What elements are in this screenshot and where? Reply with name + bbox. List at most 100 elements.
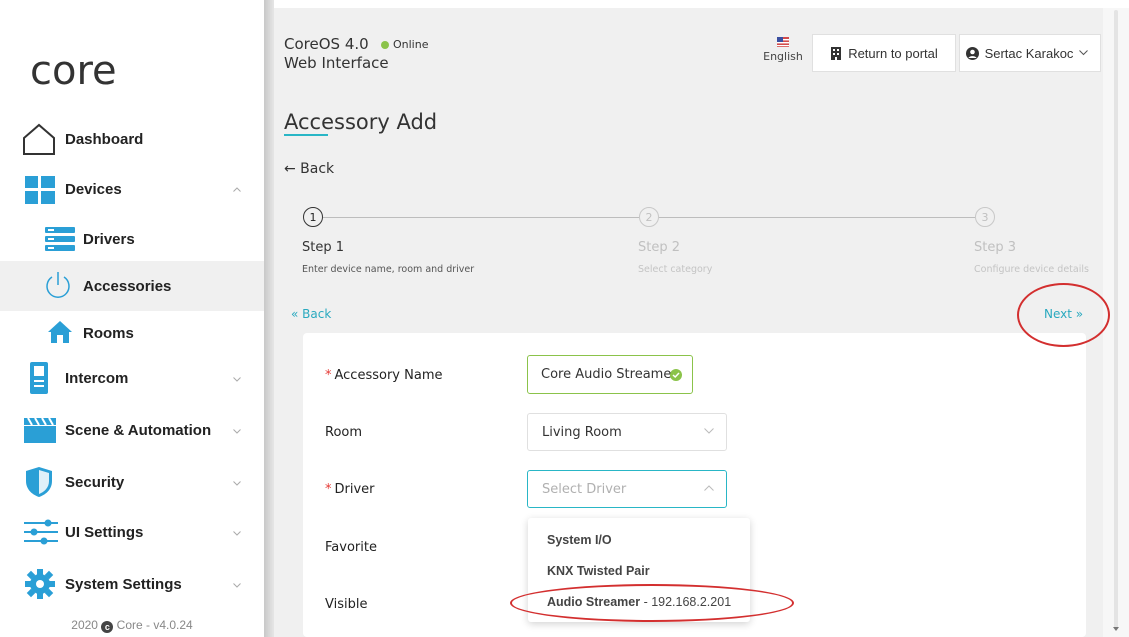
sidebar-item-dashboard[interactable]: Dashboard — [0, 115, 264, 163]
user-icon — [965, 46, 979, 60]
required-marker: * — [325, 368, 332, 383]
user-name: Sertac Karakoc — [984, 45, 1074, 61]
option-name: KNX Twisted Pair — [547, 564, 650, 578]
chevron-down-icon — [232, 580, 242, 590]
sidebar-item-scene-automation[interactable]: Scene & Automation — [0, 406, 264, 454]
driver-dropdown-menu: System I/O KNX Twisted Pair Audio Stream… — [528, 518, 750, 622]
step-2-title: Step 2 — [638, 240, 681, 255]
sidebar-item-label: Drivers — [83, 231, 135, 248]
svg-text:core: core — [30, 48, 117, 92]
power-icon — [44, 271, 72, 301]
driver-label: * Driver — [325, 482, 375, 497]
language-selector[interactable]: English — [762, 50, 804, 63]
copyright-year: 2020 — [71, 618, 98, 632]
return-to-portal-button[interactable]: Return to portal — [812, 34, 956, 72]
option-name: System I/O — [547, 533, 612, 547]
favorite-label: Favorite — [325, 540, 377, 555]
us-flag-icon[interactable] — [777, 37, 789, 47]
return-to-portal-label: Return to portal — [848, 45, 938, 61]
driver-label-text: Driver — [334, 482, 375, 497]
intercom-icon — [28, 362, 50, 394]
step-3-description: Configure device details — [974, 264, 1089, 275]
chevron-down-icon — [232, 528, 242, 538]
step-1-title: Step 1 — [302, 240, 345, 255]
app-title: CoreOS 4.0 Web Interface — [284, 35, 389, 73]
chevron-down-icon — [232, 426, 242, 436]
sidebar-item-label: Accessories — [83, 278, 172, 295]
accessory-name-input[interactable]: Core Audio Streamer — [527, 355, 693, 394]
page-title-underline — [284, 134, 328, 136]
accessory-name-value: Core Audio Streamer — [541, 367, 677, 382]
core-logo[interactable]: core — [30, 48, 142, 92]
chevron-down-icon — [704, 428, 714, 434]
step-1-indicator: 1 — [303, 207, 323, 227]
clapper-icon — [24, 417, 56, 443]
accessory-name-label: * Accessory Name — [325, 368, 442, 383]
user-menu-button[interactable]: Sertac Karakoc — [959, 34, 1101, 72]
building-icon — [831, 46, 842, 60]
sidebar-item-security[interactable]: Security — [0, 458, 264, 506]
check-circle-icon — [670, 369, 682, 381]
wizard-back-button[interactable]: « Back — [291, 307, 331, 321]
chevron-down-icon — [1079, 50, 1089, 56]
sidebar-item-intercom[interactable]: Intercom — [0, 354, 264, 402]
sidebar: core Dashboard Devices Drivers Accessori… — [0, 0, 264, 637]
step-2-indicator: 2 — [639, 207, 659, 227]
status-text: Online — [393, 38, 429, 51]
sidebar-item-label: Rooms — [83, 325, 134, 342]
option-detail: - 192.168.2.201 — [640, 595, 732, 609]
sidebar-divider[interactable] — [264, 0, 274, 637]
grid-icon — [25, 176, 55, 204]
driver-select-placeholder: Select Driver — [542, 481, 627, 497]
chevron-down-icon — [232, 374, 242, 384]
sidebar-item-ui-settings[interactable]: UI Settings — [0, 508, 264, 556]
sidebar-item-accessories[interactable]: Accessories — [0, 261, 264, 311]
chevron-up-icon — [704, 485, 714, 491]
sidebar-item-system-settings[interactable]: System Settings — [0, 560, 264, 608]
driver-select[interactable]: Select Driver — [527, 470, 727, 508]
gear-icon — [25, 569, 55, 599]
sidebar-item-label: Devices — [65, 181, 122, 198]
room-select-value: Living Room — [542, 424, 622, 440]
home-icon — [22, 122, 56, 156]
server-icon — [45, 227, 75, 251]
sidebar-item-devices[interactable]: Devices — [0, 165, 264, 213]
scrollbar-thumb[interactable] — [1114, 10, 1118, 630]
sidebar-item-label: Security — [65, 474, 125, 491]
sidebar-item-label: Intercom — [65, 370, 129, 387]
copyright-text: Core - v4.0.24 — [116, 618, 193, 632]
back-link[interactable]: ← Back — [284, 161, 334, 177]
room-select[interactable]: Living Room — [527, 413, 727, 451]
sliders-icon — [24, 519, 58, 545]
visible-label: Visible — [325, 597, 368, 612]
sidebar-item-label: UI Settings — [65, 524, 144, 541]
house-icon — [47, 320, 73, 344]
accessory-name-label-text: Accessory Name — [334, 368, 443, 383]
sidebar-item-drivers[interactable]: Drivers — [0, 215, 264, 263]
dropdown-option-audio-streamer[interactable]: Audio Streamer - 192.168.2.201 — [547, 595, 731, 609]
chevron-down-icon — [232, 478, 242, 488]
sidebar-item-label: Scene & Automation — [65, 422, 212, 439]
dropdown-option-knx[interactable]: KNX Twisted Pair — [547, 564, 650, 578]
page-title: Accessory Add — [284, 110, 438, 134]
sidebar-item-label: System Settings — [65, 576, 182, 593]
sidebar-item-rooms[interactable]: Rooms — [0, 309, 264, 357]
status-dot-icon — [381, 40, 389, 49]
status-badge: Online — [381, 38, 428, 51]
app-title-line2: Web Interface — [284, 54, 389, 72]
chevron-up-icon — [232, 184, 242, 194]
step-connector — [659, 217, 975, 218]
scroll-down-arrow-icon[interactable] — [1113, 627, 1119, 631]
option-name: Audio Streamer — [547, 595, 641, 609]
copyright-icon: c — [101, 621, 114, 633]
step-2-description: Select category — [638, 264, 713, 275]
shield-icon — [25, 466, 53, 498]
required-marker: * — [325, 482, 332, 497]
room-label: Room — [325, 425, 363, 440]
sidebar-item-label: Dashboard — [65, 131, 144, 148]
copyright-footer: 2020 c Core - v4.0.24 — [0, 618, 264, 633]
wizard-next-button[interactable]: Next » — [1044, 307, 1083, 321]
dropdown-option-system-io[interactable]: System I/O — [547, 533, 612, 547]
step-1-description: Enter device name, room and driver — [302, 264, 475, 275]
step-3-title: Step 3 — [974, 240, 1017, 255]
